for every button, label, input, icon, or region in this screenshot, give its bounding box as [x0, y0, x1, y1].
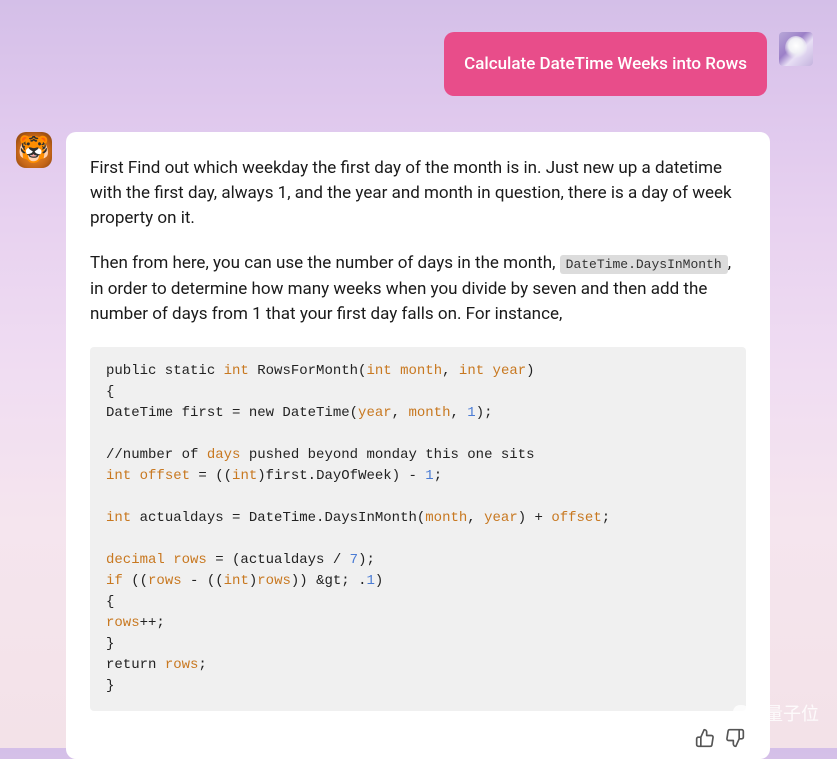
assistant-message-bubble: First Find out which weekday the first d… — [66, 132, 770, 759]
watermark-text: 量子位 — [765, 700, 819, 726]
user-message-bubble: Calculate DateTime Weeks into Rows — [444, 32, 767, 96]
chat-container: Calculate DateTime Weeks into Rows 🐯 Fir… — [0, 0, 837, 759]
tiger-icon: 🐯 — [18, 135, 50, 165]
user-message-row: Calculate DateTime Weeks into Rows — [16, 32, 813, 96]
assistant-avatar[interactable]: 🐯 — [16, 132, 52, 168]
user-message-text: Calculate DateTime Weeks into Rows — [464, 54, 747, 74]
thumbs-up-icon[interactable] — [694, 727, 716, 749]
thumbs-down-icon[interactable] — [724, 727, 746, 749]
inline-code-daysinmonth: DateTime.DaysInMonth — [560, 255, 728, 274]
assistant-message-row: 🐯 First Find out which weekday the first… — [16, 132, 813, 759]
assistant-paragraph-1: First Find out which weekday the first d… — [90, 156, 746, 231]
wechat-icon — [733, 703, 759, 723]
watermark: 量子位 — [733, 700, 819, 726]
code-block[interactable]: public static int RowsForMonth(int month… — [90, 347, 746, 711]
assistant-paragraph-2: Then from here, you can use the number o… — [90, 251, 746, 326]
para2-before: Then from here, you can use the number o… — [90, 253, 560, 273]
feedback-row — [90, 723, 746, 751]
user-avatar[interactable] — [779, 32, 813, 66]
